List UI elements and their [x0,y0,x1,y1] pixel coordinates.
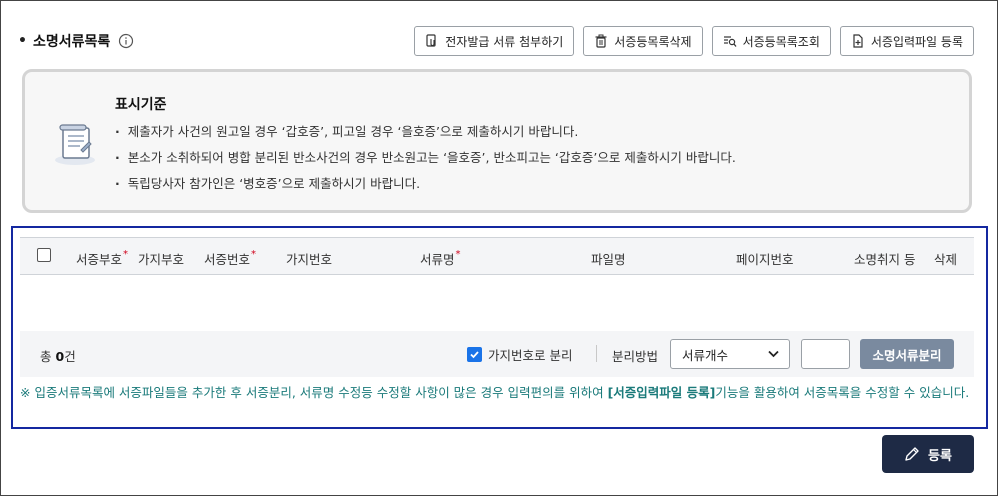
col-document-name: 서류명* [420,249,461,267]
title-bullet: • [18,33,27,49]
pencil-icon [905,447,919,461]
notice-item: 본소가 소취하되어 병합 분리된 반소사건의 경우 반소원고는 ‘을호증’, 반… [115,148,736,174]
notice-title: 표시기준 [115,97,167,113]
split-method-label: 분리방법 [612,349,659,364]
split-documents-button[interactable]: 소명서류분리 [860,339,954,369]
attach-electronic-docs-label: 전자발급 서류 첨부하기 [445,34,564,49]
list-search-icon [723,36,737,47]
view-evidence-list-button[interactable]: 서증등목록조회 [711,26,831,56]
file-add-icon [853,34,863,48]
delete-evidence-list-button[interactable]: 서증등목록삭제 [583,26,703,56]
evidence-table-header: 서증부호* 가지부호 서증번호* 가지번호 서류명* 파일명 페이지번호 소명취… [20,237,974,275]
col-file-name: 파일명 [591,252,626,267]
scroll-document-icon [51,120,99,168]
col-delete: 삭제 [934,252,958,267]
delete-evidence-list-label: 서증등목록삭제 [614,34,692,49]
attach-electronic-docs-button[interactable]: 전자발급 서류 첨부하기 [414,26,575,56]
notice-item: 제출자가 사건의 원고일 경우 ‘갑호증’, 피고일 경우 ‘을호증’으로 제출… [115,122,736,148]
divider [596,345,597,362]
section-title-wrap: • 소명서류목록 [18,31,134,51]
view-evidence-list-label: 서증등목록조회 [742,34,820,49]
total-count-value: 0 [55,349,65,364]
note-highlight: [서증입력파일 등록] [607,385,716,400]
trash-icon [595,34,607,48]
split-count-input[interactable] [801,339,850,369]
checkbox-checked-icon [467,347,482,362]
display-criteria-notice: 표시기준 제출자가 사건의 원고일 경우 ‘갑호증’, 피고일 경우 ‘을호증’… [22,69,972,213]
notice-list: 제출자가 사건의 원고일 경우 ‘갑호증’, 피고일 경우 ‘을호증’으로 제출… [115,122,736,200]
total-count: 총 0건 [40,349,76,364]
help-note: ※ 입증서류목록에 서증파일들을 추가한 후 서증분리, 서류명 수정등 수정할… [20,385,970,400]
col-purpose: 소명취지 등 [854,252,916,267]
split-by-branch-checkbox[interactable]: 가지번호로 분리 [467,345,572,364]
register-label: 등록 [928,448,952,464]
register-evidence-file-button[interactable]: 서증입력파일 등록 [839,26,974,56]
section-header: • 소명서류목록 전자발급 서류 첨부하기 서증등목록삭제 서증등목록조회 서증… [18,26,974,58]
notice-item: 독립당사자 참가인은 ‘병호증’으로 제출하시기 바랍니다. [115,174,736,200]
document-attach-icon [426,34,436,47]
split-method-select[interactable]: 서류개수 [670,339,790,369]
split-by-branch-label: 가지번호로 분리 [488,348,573,363]
toolbar: 전자발급 서류 첨부하기 서증등목록삭제 서증등목록조회 서증입력파일 등록 [414,26,974,56]
col-branch-code: 가지부호 [138,252,185,267]
summary-bar: 총 0건 가지번호로 분리 분리방법 서류개수 소명서류분리 [20,331,974,377]
col-branch-number: 가지번호 [286,252,333,267]
register-button[interactable]: 등록 [882,435,974,473]
select-all-checkbox[interactable] [37,248,51,262]
section-title: 소명서류목록 [32,34,111,50]
col-evidence-number: 서증번호* [204,249,257,267]
evidence-table-body [20,276,974,330]
col-evidence-code: 서증부호* [76,249,129,267]
chevron-down-icon [768,350,779,358]
info-icon[interactable] [118,33,134,49]
split-method-value: 서류개수 [682,347,729,363]
col-page-number: 페이지번호 [736,252,794,267]
register-evidence-file-label: 서증입력파일 등록 [870,34,963,49]
